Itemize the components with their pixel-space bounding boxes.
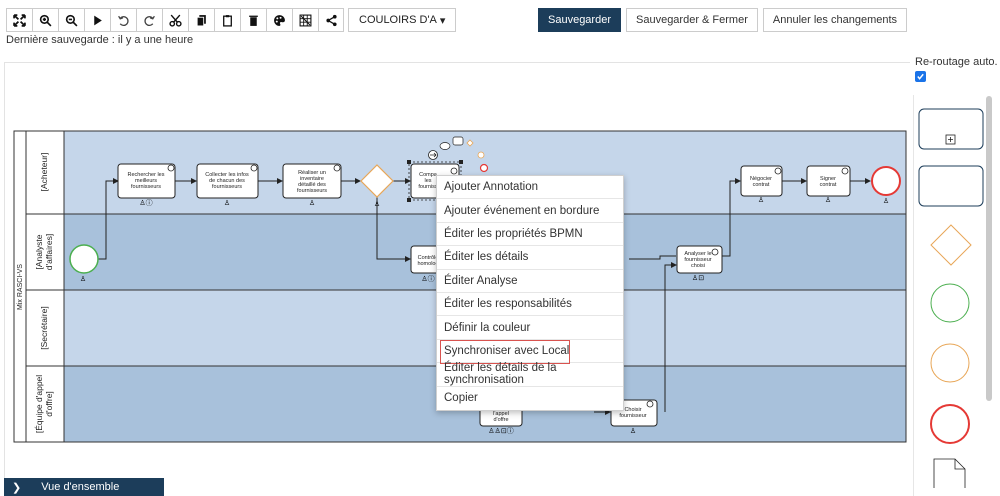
- globe-icon: [841, 167, 849, 175]
- end-event[interactable]: [871, 166, 901, 196]
- globe-icon: [711, 248, 719, 256]
- lane-label-acheteur: [Acheteur]: [39, 153, 49, 192]
- menu-edit-details[interactable]: Éditer les détails: [437, 246, 623, 270]
- user-icon: ♙: [758, 196, 764, 204]
- context-pad-task-icon[interactable]: [439, 142, 451, 150]
- user-icon: ♙♙⊡ⓘ: [488, 427, 513, 435]
- context-pad-task-icon[interactable]: [452, 136, 464, 146]
- palette-gateway[interactable]: [930, 224, 972, 266]
- user-icon: ♙: [374, 200, 380, 208]
- menu-copy[interactable]: Copier: [437, 387, 623, 410]
- user-icon: ♙: [80, 275, 86, 283]
- globe-icon: [646, 400, 654, 408]
- palette-shapes: [918, 108, 984, 488]
- overview-label: Vue d'ensemble: [41, 481, 120, 493]
- menu-add-boundary-event[interactable]: Ajouter événement en bordure: [437, 199, 623, 223]
- menu-edit-responsibilities[interactable]: Éditer les responsabilités: [437, 293, 623, 317]
- context-menu: Ajouter Annotation Ajouter événement en …: [436, 175, 624, 411]
- menu-set-color[interactable]: Définir la couleur: [437, 316, 623, 340]
- menu-edit-bpmn-properties[interactable]: Éditer les propriétés BPMN: [437, 223, 623, 247]
- user-icon: ♙: [630, 427, 636, 435]
- context-pad-event-icon[interactable]: [477, 151, 485, 159]
- menu-add-annotation[interactable]: Ajouter Annotation: [437, 176, 623, 200]
- user-icon: ♙ⓘ: [421, 275, 434, 283]
- user-icon: ♙: [883, 197, 889, 205]
- task-label-appel-offre: l'appel d'offre: [493, 411, 509, 423]
- context-pad-end-icon[interactable]: [479, 163, 489, 173]
- menu-sync-local[interactable]: Synchroniser avec Local: [437, 339, 623, 365]
- globe-icon: [774, 167, 782, 175]
- globe-icon: [167, 164, 175, 172]
- lane-label-secretaire: [Secrétaire]: [39, 306, 49, 349]
- user-icon: ♙⊡: [692, 274, 704, 282]
- palette-data-object[interactable]: [933, 458, 966, 488]
- user-icon: ♙ⓘ: [139, 199, 152, 207]
- palette-task[interactable]: [918, 165, 984, 207]
- pool-name: Mix RASCI-VS: [17, 264, 24, 310]
- task-label-realiser: Réaliser un inventaire détaillé des fournis…: [297, 170, 327, 194]
- task-label-signer: Signer contrat: [820, 176, 837, 188]
- palette-scrollbar[interactable]: [986, 96, 992, 401]
- globe-icon: [450, 167, 458, 175]
- chevron-right-icon: ❯: [12, 481, 22, 494]
- task-label-negocier: Négocier contrat: [750, 176, 772, 188]
- menu-edit-sync-details[interactable]: Éditer les détails de la synchronisation: [437, 362, 623, 387]
- start-event[interactable]: [69, 244, 99, 274]
- globe-icon: [250, 164, 258, 172]
- user-icon: ♙: [309, 199, 315, 207]
- user-icon: ♙: [825, 196, 831, 204]
- user-icon: ♙: [224, 199, 230, 207]
- palette-start-event[interactable]: [930, 283, 970, 323]
- overview-toggle[interactable]: ❯ Vue d'ensemble: [4, 478, 164, 496]
- palette-intermediate-event[interactable]: [930, 343, 970, 383]
- lane-label-analyste: [Analysted'affaires]: [34, 234, 54, 270]
- palette-end-event[interactable]: [930, 404, 970, 444]
- globe-icon: [333, 164, 341, 172]
- menu-edit-analysis[interactable]: Éditer Analyse: [437, 270, 623, 293]
